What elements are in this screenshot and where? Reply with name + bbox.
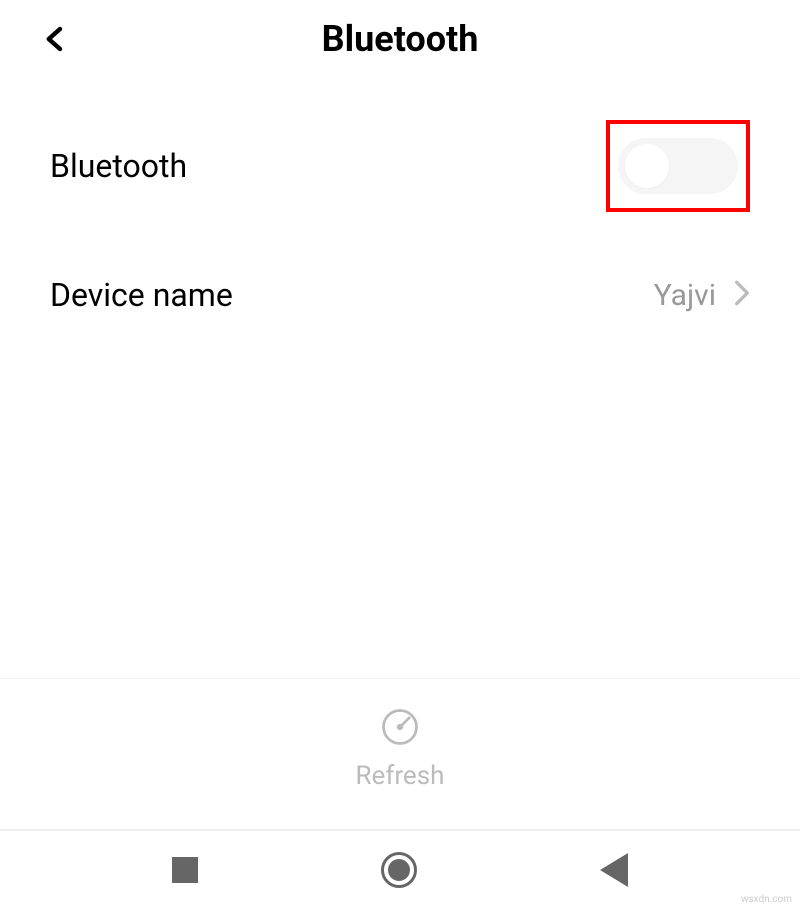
spacer — [0, 346, 800, 678]
bluetooth-toggle[interactable] — [618, 138, 738, 194]
back-icon[interactable] — [40, 19, 70, 59]
device-name-value: Yajvi — [654, 278, 716, 313]
refresh-icon — [378, 705, 422, 753]
navigation-bar — [0, 829, 800, 909]
content: Bluetooth Device name Yajvi — [0, 88, 800, 829]
watermark: wsxdn.com — [741, 894, 792, 905]
bluetooth-toggle-row: Bluetooth — [0, 88, 800, 244]
device-name-row[interactable]: Device name Yajvi — [0, 244, 800, 346]
nav-home-icon[interactable] — [381, 852, 417, 888]
nav-back-icon[interactable] — [600, 853, 628, 887]
toggle-knob — [625, 144, 669, 188]
nav-recent-icon[interactable] — [172, 857, 198, 883]
refresh-button[interactable]: Refresh — [0, 679, 800, 829]
refresh-label: Refresh — [356, 761, 445, 791]
header: Bluetooth — [0, 0, 800, 88]
device-name-value-group: Yajvi — [654, 278, 750, 313]
chevron-right-icon — [734, 279, 750, 311]
highlight-box — [606, 120, 750, 212]
page-title: Bluetooth — [30, 18, 770, 60]
bluetooth-label: Bluetooth — [50, 147, 187, 185]
device-name-label: Device name — [50, 276, 233, 314]
